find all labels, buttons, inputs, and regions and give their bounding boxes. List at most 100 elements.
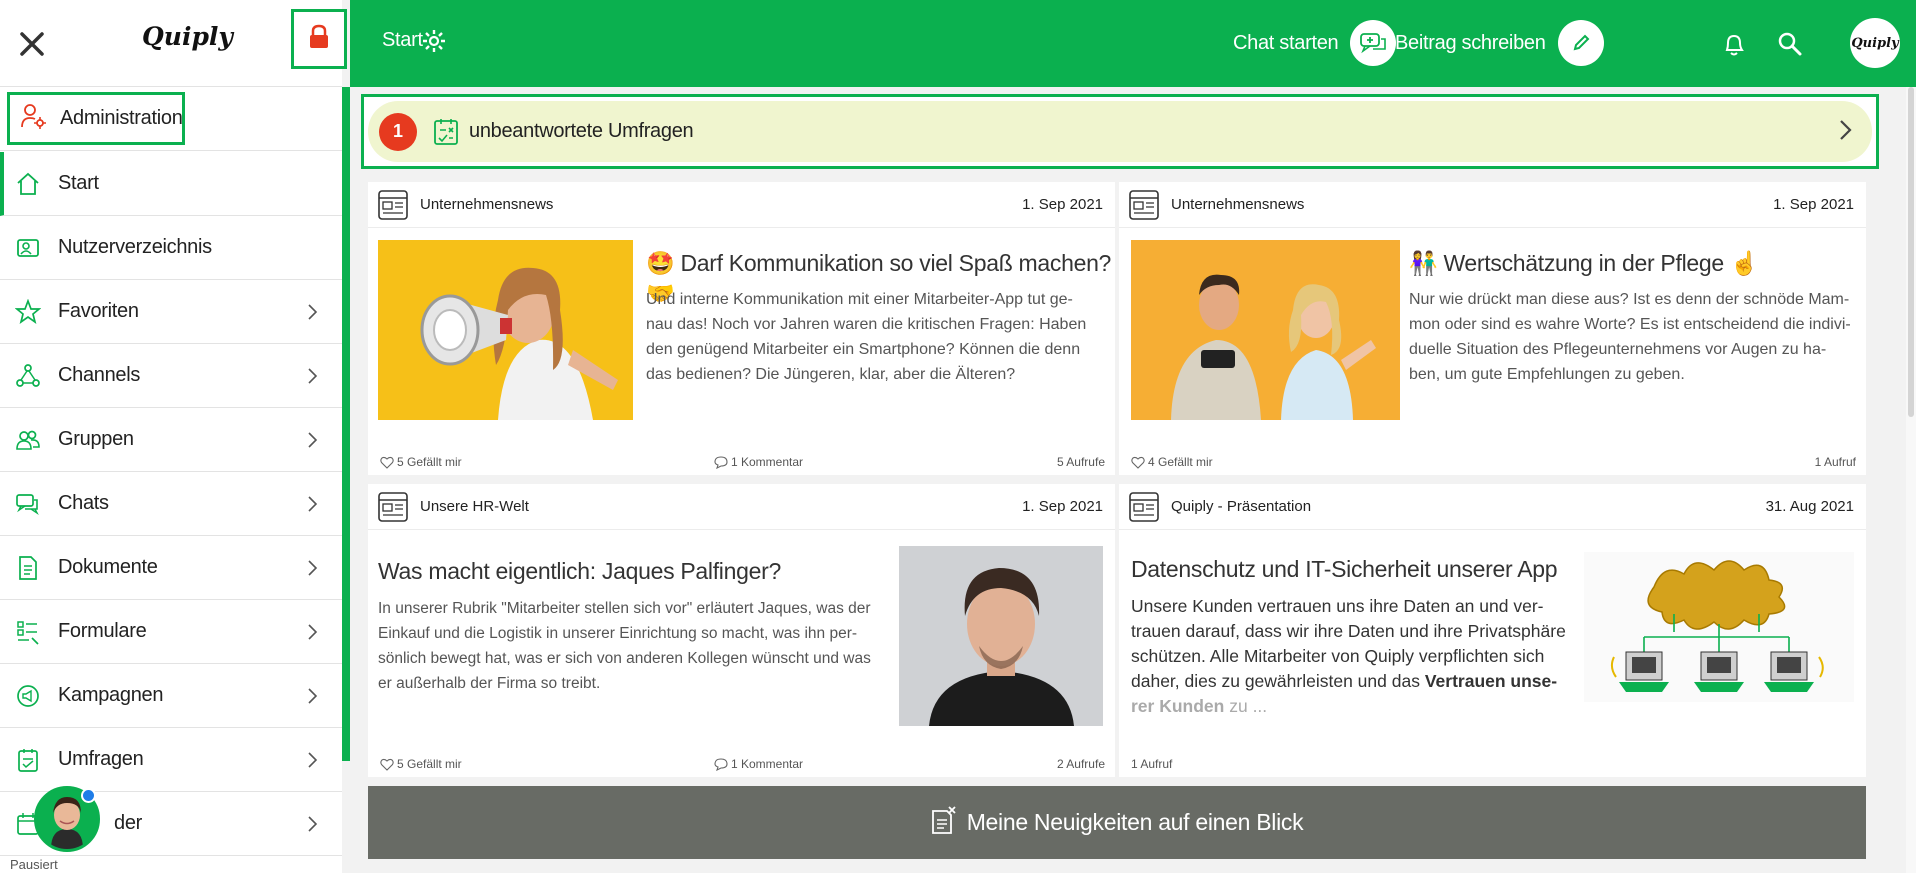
write-post-button[interactable]: Beitrag schreiben [1395,20,1604,66]
comment-button[interactable]: 1 Kommentar [714,757,803,771]
news-card[interactable]: Unsere HR-Welt 1. Sep 2021 Was macht eig… [368,484,1115,777]
star-struck-emoji-icon: 🤩 [646,250,675,276]
form-icon [14,618,42,646]
lock-button[interactable] [291,9,347,69]
sidebar-item-gruppen[interactable]: Gruppen [0,408,342,472]
news-article-icon [1129,189,1159,220]
chat-status-label: Pausiert [10,857,58,872]
online-status-dot [81,788,96,803]
sidebar-item-chats[interactable]: Chats [0,472,342,536]
card-body: 🤩 Darf Kommunikation so viel Spaß machen… [368,228,1115,453]
card-footer: 1 Aufruf [1119,753,1866,777]
news-card[interactable]: Unternehmensnews 1. Sep 2021 🤩 Darf Komm… [368,182,1115,475]
sidebar: Quiply Administration Start Nutzerverzei… [0,0,342,873]
card-category: Unsere HR-Welt [420,498,529,515]
like-button[interactable]: 4 Gefällt mir [1131,455,1213,469]
card-excerpt: Nur wie drückt man diese aus? Ist es den… [1409,291,1851,383]
card-category: Quiply - Präsentation [1171,498,1312,515]
card-header: Unternehmensnews 1. Sep 2021 [1119,182,1866,228]
chat-start-button[interactable]: Chat starten [1233,20,1397,66]
card-footer: 5 Gefällt mir 1 Kommentar 2 Aufrufe [368,753,1115,777]
news-card[interactable]: Quiply - Präsentation 31. Aug 2021 Daten… [1119,484,1866,777]
view-count: 1 Aufruf [1814,455,1856,469]
campaign-icon [14,682,42,710]
card-title: Datenschutz und IT-Sicherheit unserer Ap… [1131,556,1558,582]
card-date: 31. Aug 2021 [1765,498,1854,515]
new-chat-icon [1350,20,1397,66]
news-card[interactable]: Unternehmensnews 1. Sep 2021 👫 Wertschät… [1119,182,1866,475]
sidebar-item-label: Kampagnen [58,684,164,706]
sidebar-item-label: Chats [58,492,109,514]
megaphone-woman-image [378,240,633,420]
sidebar-item-favoriten[interactable]: Favoriten [0,280,342,344]
comment-icon [714,757,728,771]
card-title: Was macht eigentlich: Jaques Palfinger? [378,558,781,584]
sidebar-item-label: Favoriten [58,300,139,322]
card-date: 1. Sep 2021 [1022,196,1103,213]
avatar[interactable]: Quiply [1850,18,1900,68]
my-news-overview-button[interactable]: Meine Neuigkeiten auf einen Blick [368,786,1866,859]
chevron-right-icon [302,558,322,578]
couple-image [1131,240,1400,420]
sidebar-item-umfragen[interactable]: Umfragen [0,728,342,792]
card-header: Quiply - Präsentation 31. Aug 2021 [1119,484,1866,530]
top-bar: Start Chat starten Beitrag schreiben Qui… [350,0,1916,87]
sidebar-item-dokumente[interactable]: Dokumente [0,536,342,600]
write-post-label: Beitrag schreiben [1395,31,1546,54]
sidebar-accent-stripe [342,87,350,761]
card-title: 👫 Wertschätzung in der Pflege ☝️ [1409,250,1759,276]
comment-icon [714,455,728,469]
view-count: 5 Aufrufe [1056,455,1105,469]
card-body: Was macht eigentlich: Jaques Palfinger? … [368,530,1115,755]
administration-button[interactable]: Administration [7,92,185,145]
groups-icon [14,426,42,454]
app-logo: Quiply [142,22,233,51]
survey-banner-inner: 1 unbeantwortete Umfragen [368,101,1872,162]
news-article-icon [1129,491,1159,522]
heart-icon [1131,456,1145,469]
news-article-icon [378,189,408,220]
user-directory-icon [14,234,42,262]
lock-icon [308,24,330,55]
view-count: 2 Aufrufe [1056,757,1105,771]
card-excerpt: In unserer Rubrik "Mitarbeiter stellen s… [378,600,871,692]
sidebar-item-kampagnen[interactable]: Kampagnen [0,664,342,728]
survey-count-badge: 1 [379,112,417,151]
gear-icon[interactable] [422,29,446,53]
sidebar-item-label: Channels [58,364,141,386]
channels-icon [14,362,42,390]
card-date: 1. Sep 2021 [1773,196,1854,213]
heart-icon [380,456,394,469]
star-icon [14,298,42,326]
sidebar-item-channels[interactable]: Channels [0,344,342,408]
chats-icon [14,490,42,518]
card-footer: 4 Gefällt mir 1 Aufruf [1119,451,1866,475]
survey-icon [14,746,42,774]
survey-icon [431,117,461,147]
sidebar-item-nutzerverzeichnis[interactable]: Nutzerverzeichnis [0,216,342,280]
sidebar-item-formulare[interactable]: Formulare [0,600,342,664]
search-icon[interactable] [1776,30,1804,58]
scrollbar-thumb[interactable] [1908,87,1914,417]
admin-row: Administration [0,87,342,151]
card-header: Unsere HR-Welt 1. Sep 2021 [368,484,1115,530]
comment-button[interactable]: 1 Kommentar [714,455,803,469]
close-icon[interactable] [14,26,50,62]
like-button[interactable]: 5 Gefällt mir [380,757,462,771]
people-emoji-icon: 👫 [1409,250,1438,276]
chevron-right-icon [302,814,322,834]
card-excerpt: Und interne Kommunikation mit einer Mita… [646,291,1087,383]
pointing-up-emoji-icon: ☝️ [1729,250,1759,276]
like-button[interactable]: 5 Gefällt mir [380,455,462,469]
sidebar-item-label: Start [58,172,99,194]
sidebar-item-start[interactable]: Start [0,152,342,216]
chevron-right-icon [1834,119,1856,141]
unanswered-surveys-banner[interactable]: 1 unbeantwortete Umfragen [361,94,1879,169]
pencil-icon [1557,20,1604,66]
sidebar-item-label: Gruppen [58,428,134,450]
profile-logo-text: Quiply [1851,35,1899,51]
bell-icon[interactable] [1720,30,1748,58]
home-icon [14,170,42,198]
computer-2 [1694,651,1744,692]
card-category: Unternehmensnews [420,196,554,213]
